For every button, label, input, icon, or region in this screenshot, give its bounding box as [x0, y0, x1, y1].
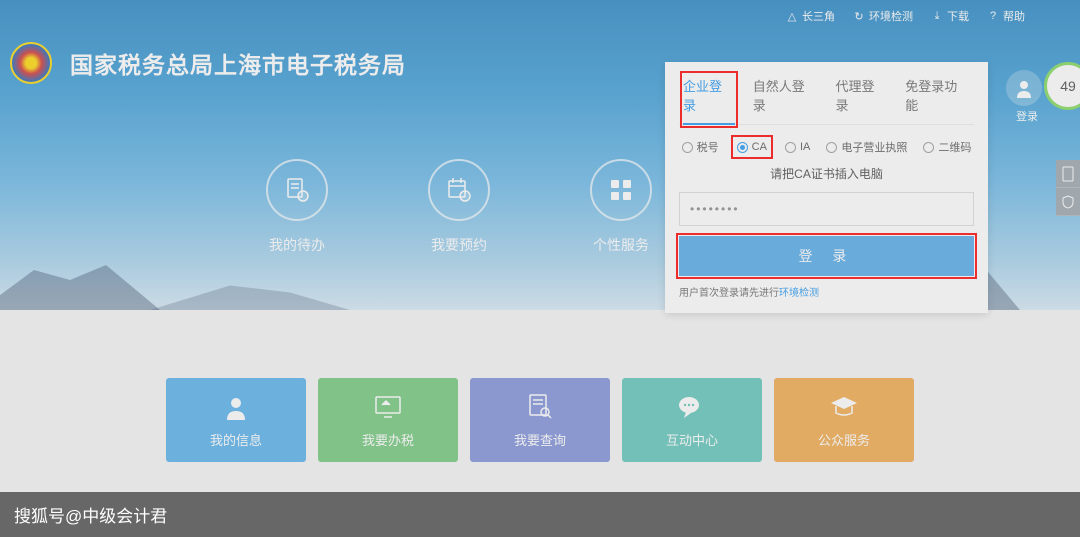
- top-link-download[interactable]: ⤓ 下载: [931, 8, 969, 24]
- cat-label: 公众服务: [818, 430, 870, 449]
- help-icon: ?: [987, 10, 999, 22]
- top-bar: △ 长三角 ↻ 环境检测 ⤓ 下载 ? 帮助: [0, 0, 1080, 24]
- page-title: 国家税务总局上海市电子税务局: [70, 46, 406, 80]
- login-hint: 请把CA证书插入电脑: [679, 165, 974, 182]
- login-button[interactable]: 登 录: [679, 236, 974, 276]
- category-interact[interactable]: 互动中心: [622, 378, 762, 462]
- calendar-icon: [428, 159, 490, 221]
- document-search-icon: [525, 392, 555, 422]
- method-ca[interactable]: CA: [735, 139, 769, 155]
- cat-label: 互动中心: [666, 430, 718, 449]
- refresh-icon: ↻: [853, 10, 865, 22]
- method-label: 税号: [697, 139, 719, 155]
- radio-icon: [737, 142, 748, 153]
- radio-icon: [923, 142, 934, 153]
- widget-score[interactable]: 49: [1044, 62, 1080, 110]
- login-panel: 企业登录 自然人登录 代理登录 免登录功能 税号 CA IA 电子营业执照 二维…: [665, 62, 988, 313]
- radio-icon: [826, 142, 837, 153]
- tax-bureau-logo: [10, 42, 52, 84]
- tab-enterprise-login[interactable]: 企业登录: [683, 74, 735, 125]
- password-input[interactable]: [679, 192, 974, 226]
- method-label: 二维码: [938, 139, 971, 155]
- watermark: 搜狐号@中级会计君: [0, 492, 1080, 537]
- widget-tool-shield[interactable]: [1056, 188, 1080, 216]
- method-tax-no[interactable]: 税号: [682, 139, 719, 155]
- method-ebl[interactable]: 电子营业执照: [826, 139, 907, 155]
- method-label: CA: [752, 141, 767, 153]
- widget-value: 49: [1060, 78, 1076, 94]
- category-myinfo[interactable]: 我的信息: [166, 378, 306, 462]
- method-label: 电子营业执照: [841, 139, 907, 155]
- top-link-env[interactable]: ↻ 环境检测: [853, 8, 913, 24]
- category-query[interactable]: 我要查询: [470, 378, 610, 462]
- method-label: IA: [800, 141, 810, 153]
- category-dotax[interactable]: 我要办税: [318, 378, 458, 462]
- env-check-link[interactable]: 环境检测: [779, 288, 819, 299]
- clipboard-icon: [266, 159, 328, 221]
- top-link-help[interactable]: ? 帮助: [987, 8, 1025, 24]
- cat-label: 我要查询: [514, 430, 566, 449]
- top-link-csj[interactable]: △ 长三角: [786, 8, 835, 24]
- grid-icon: [590, 159, 652, 221]
- graduation-icon: [829, 392, 859, 422]
- nav-appointment[interactable]: 我要预约: [428, 159, 490, 255]
- download-icon: ⤓: [931, 10, 943, 22]
- cat-label: 我要办税: [362, 430, 414, 449]
- radio-icon: [785, 142, 796, 153]
- top-link-label: 长三角: [802, 8, 835, 24]
- method-qr[interactable]: 二维码: [923, 139, 971, 155]
- tab-natural-login[interactable]: 自然人登录: [753, 74, 818, 116]
- login-avatar-label: 登录: [1016, 108, 1038, 124]
- chat-icon: [677, 392, 707, 422]
- top-link-label: 帮助: [1003, 8, 1025, 24]
- triangle-icon: △: [786, 10, 798, 22]
- tab-nologin[interactable]: 免登录功能: [905, 74, 970, 116]
- top-link-label: 下载: [947, 8, 969, 24]
- login-footer: 用户首次登录请先进行环境检测: [679, 284, 974, 299]
- radio-icon: [682, 142, 693, 153]
- cat-label: 我的信息: [210, 430, 262, 449]
- widget-tool-phone[interactable]: [1056, 160, 1080, 188]
- monitor-icon: [373, 392, 403, 422]
- nav-pending[interactable]: 我的待办: [266, 159, 328, 255]
- login-footer-text: 用户首次登录请先进行: [679, 288, 779, 299]
- nav-personal[interactable]: 个性服务: [590, 159, 652, 255]
- tab-agent-login[interactable]: 代理登录: [836, 74, 888, 116]
- method-ia[interactable]: IA: [785, 139, 810, 155]
- login-avatar-button[interactable]: [1006, 70, 1042, 106]
- person-icon: [221, 392, 251, 422]
- category-public[interactable]: 公众服务: [774, 378, 914, 462]
- top-link-label: 环境检测: [869, 8, 913, 24]
